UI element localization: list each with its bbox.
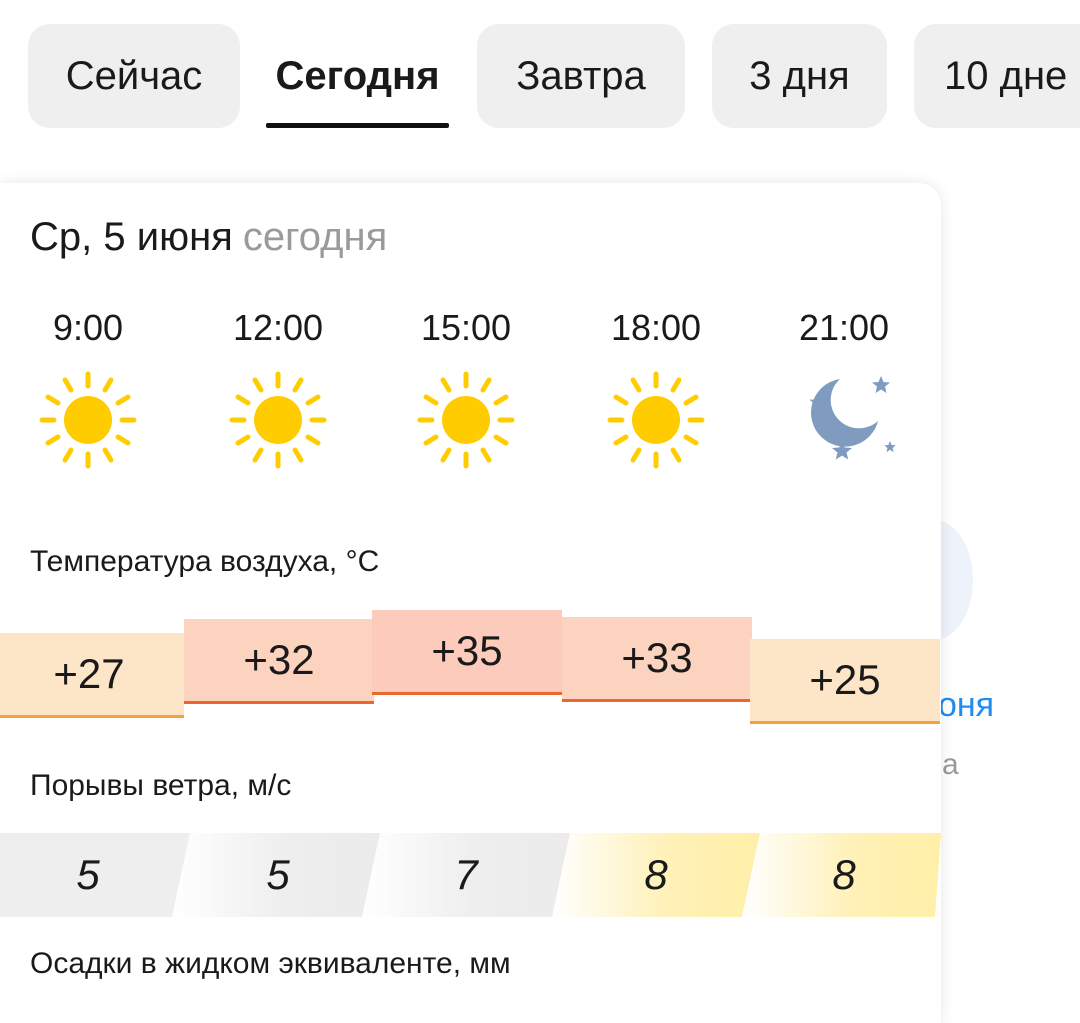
temperature-cell: +33 — [562, 617, 752, 702]
tab-10-days-label: 10 дне — [944, 53, 1068, 98]
temperature-cell: +35 — [372, 610, 562, 695]
wind-gust-value: 8 — [832, 851, 856, 898]
tab-today-label: Сегодня — [275, 53, 440, 98]
tab-3-days-label: 3 дня — [749, 53, 850, 98]
temperature-cell: +27 — [0, 633, 184, 718]
day-header: Ср, 5 июня сегодня — [30, 215, 387, 260]
wind-gust-label: Порывы ветра, м/с — [30, 769, 292, 802]
hour-label: 21:00 — [798, 307, 890, 348]
day-relative: сегодня — [242, 215, 388, 259]
period-tabs: Сейчас Сегодня Завтра 3 дня 10 дне — [0, 0, 1080, 140]
temperature-label: Температура воздуха, °C — [30, 545, 380, 578]
hour-label: 12:00 — [232, 307, 324, 348]
temperature-value: +32 — [243, 636, 315, 683]
wind-gust-value: 7 — [454, 851, 478, 898]
tab-tomorrow[interactable]: Завтра — [477, 24, 685, 128]
hour-label: 15:00 — [420, 307, 512, 348]
temperature-value: +33 — [621, 634, 693, 681]
wind-gust-value: 8 — [644, 851, 668, 898]
sun-icon — [562, 365, 750, 475]
day-date: Ср, 5 июня — [30, 215, 233, 259]
tab-10-days[interactable]: 10 дне — [914, 24, 1080, 128]
temperature-value: +27 — [53, 650, 125, 697]
sun-icon — [372, 365, 560, 475]
background-card-link[interactable]: оня — [938, 686, 994, 725]
tab-tomorrow-label: Завтра — [516, 53, 646, 98]
sun-icon — [0, 365, 182, 475]
moon-stars-icon — [750, 365, 938, 475]
temperature-cell: +25 — [750, 639, 940, 724]
temperature-value: +25 — [809, 656, 881, 703]
wind-gust-value: 5 — [76, 851, 100, 898]
background-card-text: а — [942, 748, 959, 781]
tab-today[interactable]: Сегодня — [266, 24, 449, 128]
hour-label: 18:00 — [610, 307, 702, 348]
wind-gust-value: 5 — [266, 851, 290, 898]
tab-now-label: Сейчас — [65, 53, 203, 98]
hour-label: 9:00 — [52, 307, 124, 348]
sun-icon — [184, 365, 372, 475]
tab-now[interactable]: Сейчас — [28, 24, 240, 128]
precipitation-label: Осадки в жидком эквиваленте, мм — [30, 947, 511, 980]
tab-3-days[interactable]: 3 дня — [712, 24, 887, 128]
day-forecast-card: Ср, 5 июня сегодня 9:00 12:00 15:00 18:00… — [0, 183, 941, 1023]
temperature-value: +35 — [431, 627, 503, 674]
temperature-cell: +32 — [184, 619, 374, 704]
